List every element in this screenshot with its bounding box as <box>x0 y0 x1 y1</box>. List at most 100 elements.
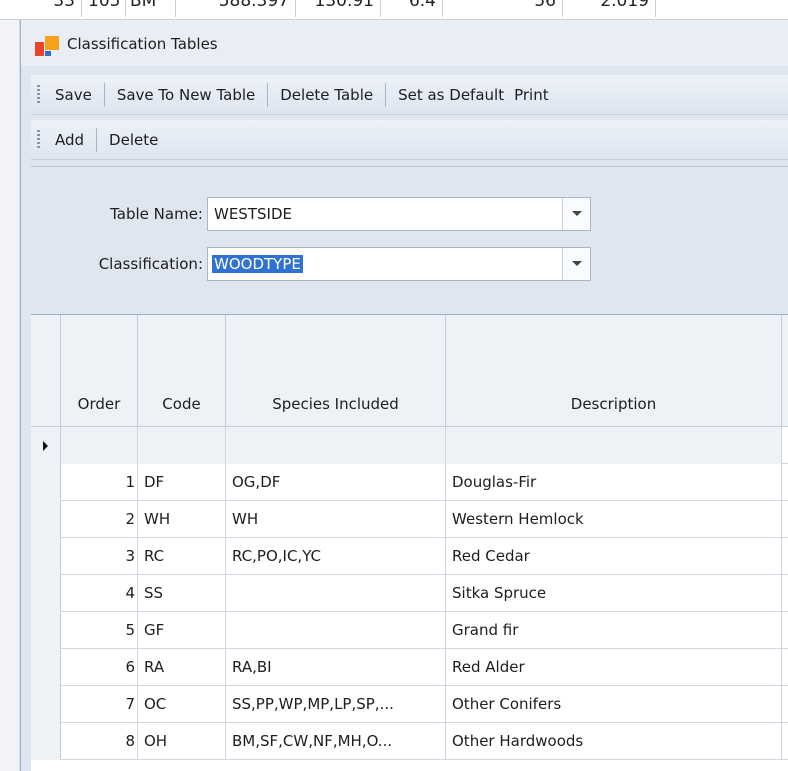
row-indicator[interactable] <box>31 464 61 501</box>
description-cell[interactable]: Sitka Spruce <box>446 575 782 612</box>
species-cell[interactable]: RA,BI <box>226 649 446 686</box>
species-cell[interactable]: WH <box>226 501 446 538</box>
column-header-order[interactable]: Order <box>61 315 138 427</box>
table-cell[interactable] <box>226 427 446 464</box>
species-cell[interactable]: RC,PO,IC,YC <box>226 538 446 575</box>
code-cell[interactable]: OH <box>138 723 226 760</box>
classification-value[interactable]: WOODTYPE <box>212 255 303 273</box>
description-cell[interactable]: Red Cedar <box>446 538 782 575</box>
grid-header: Order Code Species Included Description <box>31 315 788 427</box>
bg-cell: 588.397 <box>176 0 296 17</box>
code-cell[interactable]: DF <box>138 464 226 501</box>
add-row-button[interactable]: Add <box>45 127 94 153</box>
main-toolbar: Save Save To New Table Delete Table Set … <box>31 75 788 115</box>
column-header-label: Species Included <box>272 395 399 413</box>
toolbar-separator <box>96 128 98 152</box>
order-cell[interactable]: 2 <box>61 501 138 538</box>
row-indicator[interactable] <box>31 427 61 464</box>
background-spreadsheet-row: 33 105 BM 588.397 130.91 6.4 56 2.019 <box>0 0 788 20</box>
bg-cell: 56 <box>443 0 563 17</box>
bg-cell: 6.4 <box>381 0 443 17</box>
table-row[interactable]: 2 WH WH Western Hemlock <box>31 501 788 538</box>
row-toolbar: Add Delete <box>31 120 788 160</box>
row-indicator[interactable] <box>31 649 61 686</box>
column-header-label: Description <box>570 395 657 413</box>
order-cell[interactable]: 6 <box>61 649 138 686</box>
bg-cell: 2.019 <box>563 0 656 17</box>
bg-cell: 130.91 <box>296 0 381 17</box>
classification-label: Classification: <box>98 255 203 273</box>
description-cell[interactable]: Red Alder <box>446 649 782 686</box>
table-row[interactable]: 5 GF Grand fir <box>31 612 788 649</box>
row-indicator[interactable] <box>31 501 61 538</box>
classification-combo[interactable]: WOODTYPE <box>207 247 591 281</box>
table-row[interactable]: 3 RC RC,PO,IC,YC Red Cedar <box>31 538 788 575</box>
species-cell[interactable] <box>226 612 446 649</box>
bg-cell: 105 <box>82 0 126 17</box>
table-name-dropdown-button[interactable] <box>562 198 590 230</box>
classification-grid: Order Code Species Included Description … <box>31 314 788 771</box>
table-row[interactable]: 4 SS Sitka Spruce <box>31 575 788 612</box>
order-cell[interactable]: 1 <box>61 464 138 501</box>
code-cell[interactable]: SS <box>138 575 226 612</box>
row-indicator-header[interactable] <box>31 315 61 427</box>
order-cell[interactable]: 5 <box>61 612 138 649</box>
table-name-value[interactable]: WESTSIDE <box>214 205 292 223</box>
order-cell[interactable]: 3 <box>61 538 138 575</box>
table-row[interactable]: 6 RA RA,BI Red Alder <box>31 649 788 686</box>
species-cell[interactable]: BM,SF,CW,NF,MH,O... <box>226 723 446 760</box>
row-indicator[interactable] <box>31 723 61 760</box>
column-header-code[interactable]: Code <box>138 315 226 427</box>
column-header-description[interactable]: Description <box>446 315 782 427</box>
set-as-default-button[interactable]: Set as Default <box>388 82 514 108</box>
species-cell[interactable]: SS,PP,WP,MP,LP,SP,... <box>226 686 446 723</box>
code-cell[interactable]: WH <box>138 501 226 538</box>
column-header-label: Order <box>77 395 121 413</box>
row-indicator[interactable] <box>31 612 61 649</box>
order-cell[interactable]: 4 <box>61 575 138 612</box>
table-name-combo[interactable]: WESTSIDE <box>207 197 591 231</box>
description-cell[interactable]: Douglas-Fir <box>446 464 782 501</box>
description-cell[interactable]: Western Hemlock <box>446 501 782 538</box>
row-indicator[interactable] <box>31 575 61 612</box>
description-cell[interactable]: Other Conifers <box>446 686 782 723</box>
save-button[interactable]: Save <box>45 82 102 108</box>
code-cell[interactable]: RC <box>138 538 226 575</box>
table-row[interactable]: 1 DF OG,DF Douglas-Fir <box>31 464 788 501</box>
chevron-down-icon <box>572 261 582 266</box>
table-cell[interactable] <box>446 427 782 464</box>
description-cell[interactable]: Other Hardwoods <box>446 723 782 760</box>
toolbar-grip-icon[interactable] <box>37 85 40 105</box>
code-cell[interactable]: GF <box>138 612 226 649</box>
species-cell[interactable]: OG,DF <box>226 464 446 501</box>
table-row[interactable]: 8 OH BM,SF,CW,NF,MH,O... Other Hardwoods <box>31 723 788 760</box>
table-row[interactable]: 7 OC SS,PP,WP,MP,LP,SP,... Other Conifer… <box>31 686 788 723</box>
table-name-label: Table Name: <box>110 205 203 223</box>
bg-cell: BM <box>126 0 176 17</box>
app-logo-icon <box>35 36 59 56</box>
delete-row-button[interactable]: Delete <box>99 127 168 153</box>
description-cell[interactable]: Grand fir <box>446 612 782 649</box>
toolbar-separator <box>267 83 269 107</box>
code-cell[interactable]: RA <box>138 649 226 686</box>
delete-table-button[interactable]: Delete Table <box>270 82 383 108</box>
save-to-new-table-button[interactable]: Save To New Table <box>107 82 265 108</box>
bg-cell: 33 <box>20 0 82 17</box>
title-bar[interactable]: Classification Tables <box>21 20 788 66</box>
toolbar-separator <box>103 83 105 107</box>
row-indicator[interactable] <box>31 686 61 723</box>
order-cell[interactable]: 8 <box>61 723 138 760</box>
window-title: Classification Tables <box>67 35 218 53</box>
new-row[interactable] <box>31 427 788 464</box>
species-cell[interactable] <box>226 575 446 612</box>
code-cell[interactable]: OC <box>138 686 226 723</box>
order-cell[interactable]: 7 <box>61 686 138 723</box>
print-button[interactable]: Print <box>514 82 559 108</box>
toolbar-grip-icon[interactable] <box>37 130 40 150</box>
table-cell[interactable] <box>61 427 138 464</box>
table-cell[interactable] <box>138 427 226 464</box>
classification-dropdown-button[interactable] <box>562 248 590 280</box>
column-header-species[interactable]: Species Included <box>226 315 446 427</box>
row-indicator[interactable] <box>31 538 61 575</box>
chevron-down-icon <box>572 211 582 216</box>
